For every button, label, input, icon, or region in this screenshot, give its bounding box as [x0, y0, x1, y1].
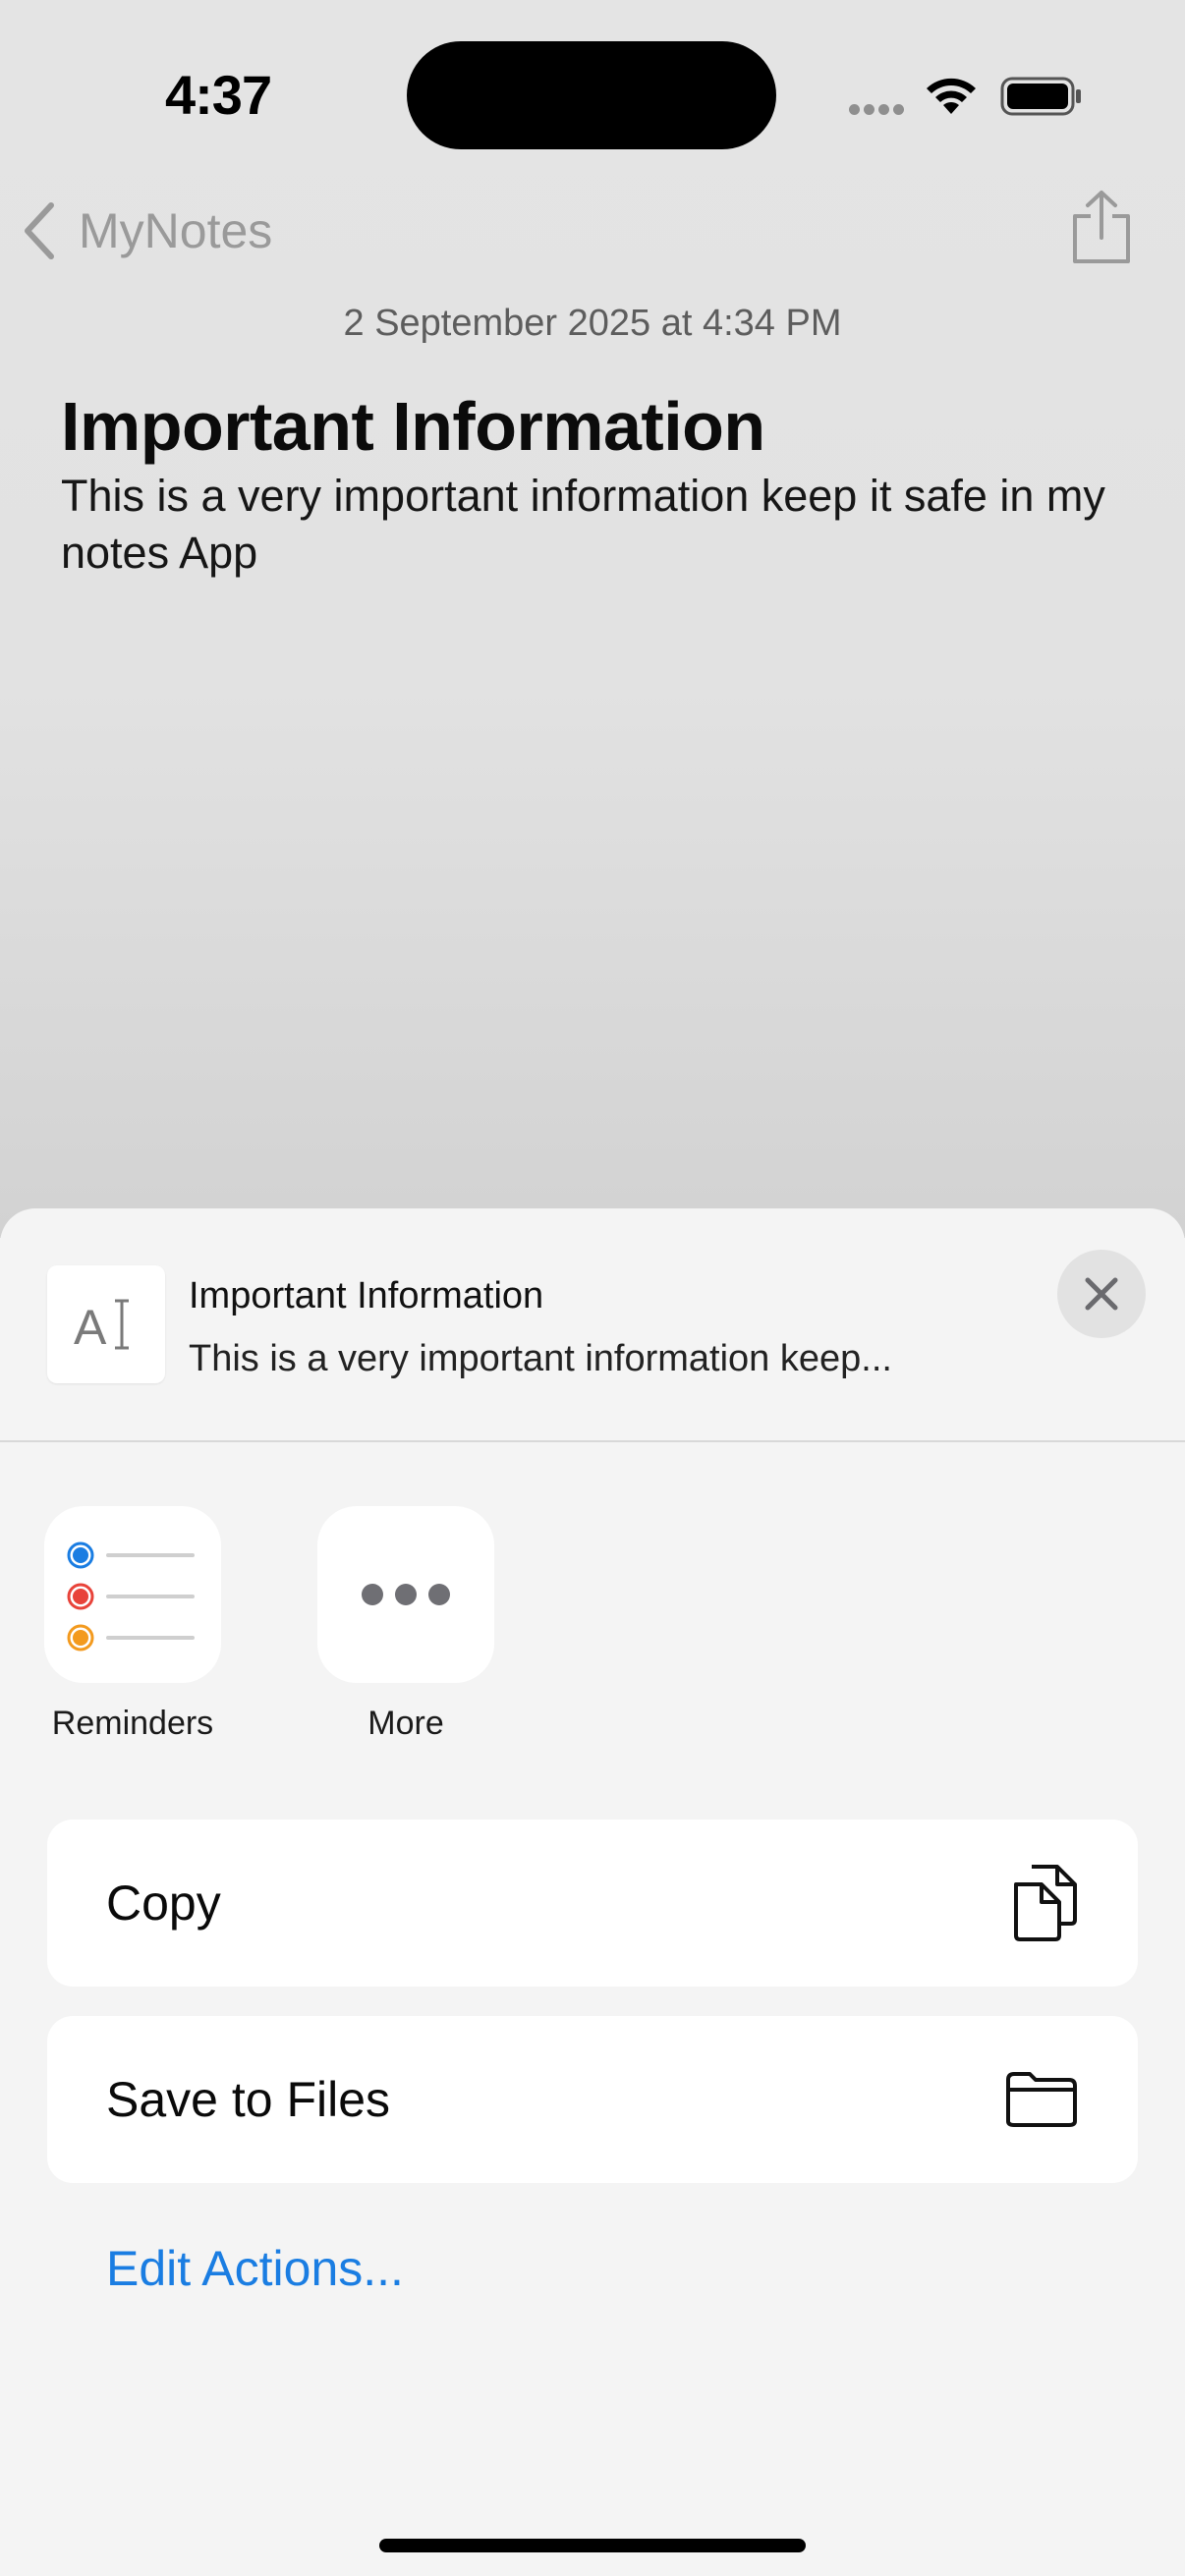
back-button[interactable]: MyNotes: [20, 196, 272, 265]
edit-actions-link[interactable]: Edit Actions...: [106, 2240, 404, 2297]
save-to-files-label: Save to Files: [106, 2072, 391, 2127]
copy-action[interactable]: Copy: [47, 1820, 1138, 1987]
reminders-app-button[interactable]: [44, 1506, 221, 1683]
preview-subtitle: This is a very important information kee…: [189, 1338, 892, 1379]
svg-text:A: A: [74, 1300, 107, 1354]
status-time: 4:37: [165, 64, 272, 126]
note-body: This is a very important information kee…: [61, 471, 1105, 578]
folder-icon: [1006, 2072, 1077, 2127]
reminders-label: Reminders: [51, 1705, 214, 1742]
more-apps-button[interactable]: [317, 1506, 494, 1683]
battery-icon: [1000, 77, 1083, 121]
cellular-signal-icon: [849, 102, 908, 120]
note-title: Important Information: [61, 388, 765, 465]
home-indicator[interactable]: [379, 2539, 806, 2552]
save-to-files-action[interactable]: Save to Files: [47, 2016, 1138, 2183]
sheet-divider: [0, 1440, 1185, 1442]
share-preview-header: A Important Information This is a very i…: [0, 1208, 1185, 1441]
more-label: More: [367, 1705, 444, 1742]
close-icon: [1085, 1277, 1118, 1311]
share-icon[interactable]: [1069, 189, 1134, 270]
chevron-left-icon: [25, 202, 54, 259]
dynamic-island: [407, 41, 776, 149]
share-sheet: A Important Information This is a very i…: [0, 1208, 1185, 2576]
back-label: MyNotes: [79, 203, 273, 258]
preview-title: Important Information: [189, 1275, 544, 1316]
close-button[interactable]: [1057, 1250, 1146, 1338]
more-icon: [362, 1584, 450, 1605]
note-date: 2 September 2025 at 4:34 PM: [343, 303, 842, 344]
note-screen: 4:37 MyNotes 2 September 2025 at 4:34 PM…: [0, 0, 1185, 1238]
reminders-icon: [67, 1541, 195, 1652]
wifi-icon: [924, 75, 979, 121]
copy-label: Copy: [106, 1876, 221, 1931]
text-document-icon: A: [47, 1265, 165, 1383]
copy-icon: [1014, 1865, 1077, 1941]
